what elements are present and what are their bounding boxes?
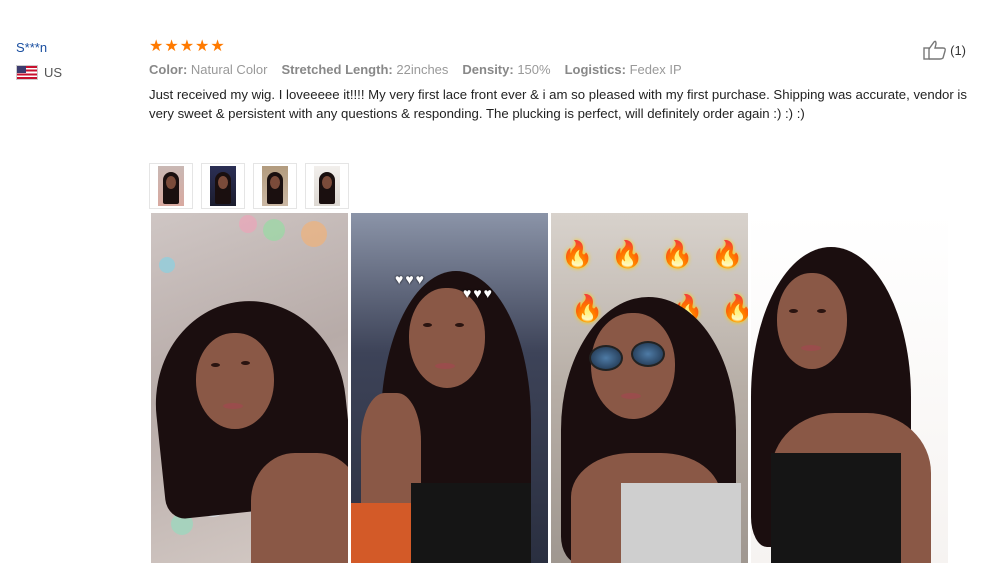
attr-length: Stretched Length: 22inches: [281, 62, 449, 77]
star-icon: ★: [164, 38, 179, 55]
review-photo-3[interactable]: 🔥 🔥 🔥 🔥 🔥 🔥 🔥: [551, 213, 748, 563]
order-attributes: Color: Natural Color Stretched Length: 2…: [149, 62, 969, 77]
photo-thumbnails: [149, 163, 349, 209]
star-icon: ★: [195, 38, 210, 55]
star-icon: ★: [179, 38, 195, 55]
thumbnail-3[interactable]: [253, 163, 297, 209]
star-icon: ★: [210, 38, 225, 55]
review-photo-4[interactable]: [751, 213, 948, 563]
thumbnail-2[interactable]: [201, 163, 245, 209]
attr-logistics: Logistics: Fedex IP: [564, 62, 682, 77]
star-icon: ★: [149, 38, 164, 55]
photo-gallery: ♥♥♥ ♥♥♥ 🔥 🔥 🔥 🔥 🔥 🔥 🔥: [151, 213, 948, 563]
star-rating: ★ ★ ★ ★ ★: [149, 38, 969, 56]
reviewer-info: S***n US: [16, 40, 62, 80]
thumbnail-4[interactable]: [305, 163, 349, 209]
us-flag-icon: [16, 65, 38, 80]
review-text: Just received my wig. I loveeeee it!!!! …: [149, 87, 967, 121]
attr-density: Density: 150%: [462, 62, 551, 77]
country-code: US: [44, 65, 63, 80]
reviewer-name[interactable]: S***n: [16, 40, 62, 55]
review-photo-1[interactable]: [151, 213, 348, 563]
reviewer-country: US: [16, 65, 62, 80]
thumbnail-1[interactable]: [149, 163, 193, 209]
attr-color: Color: Natural Color: [149, 62, 268, 77]
review-photo-2[interactable]: ♥♥♥ ♥♥♥: [351, 213, 548, 563]
review-body: ★ ★ ★ ★ ★ Color: Natural Color Stretched…: [149, 38, 969, 123]
